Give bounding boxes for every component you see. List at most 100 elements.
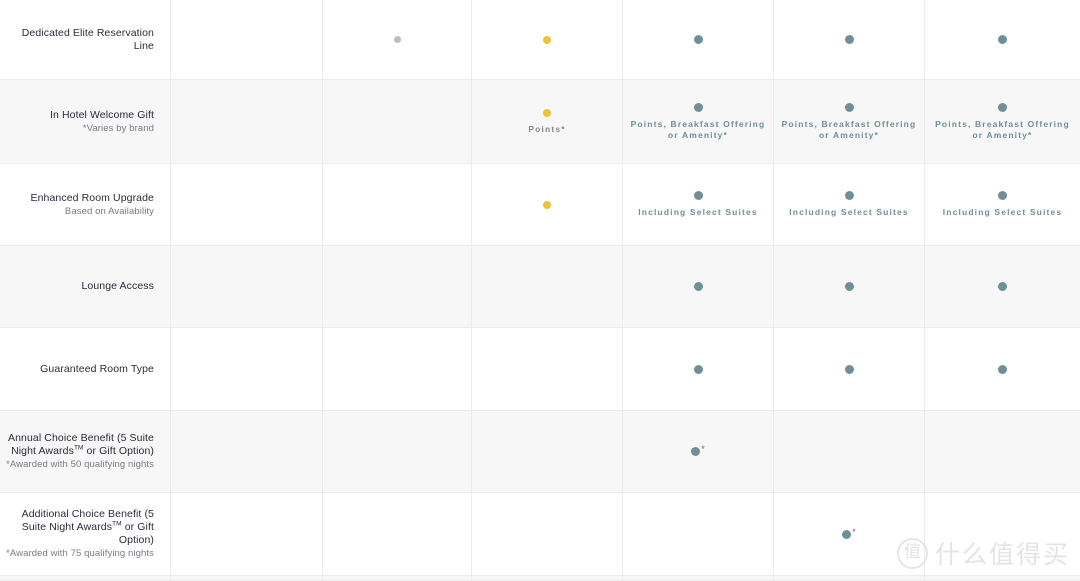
benefit-cell xyxy=(472,246,623,327)
row-label-cell xyxy=(0,576,171,581)
benefit-cell xyxy=(171,80,323,163)
teal-dot-icon xyxy=(693,282,703,291)
benefit-marker xyxy=(693,102,703,112)
grey-dot-icon xyxy=(393,36,401,43)
benefit-cell xyxy=(623,246,774,327)
row-label-cell: Annual Choice Benefit (5 Suite Night Awa… xyxy=(0,411,171,492)
teal-dot-icon xyxy=(691,447,701,456)
teal-dot-icon xyxy=(842,529,852,539)
benefit-cell: Points, Breakfast Offering or Amenity* xyxy=(774,80,925,163)
teal-dot-icon xyxy=(998,35,1007,44)
benefit-marker xyxy=(998,102,1007,112)
table-row: Enhanced Room Upgrade Based on Availabili… xyxy=(0,164,1080,246)
table-row xyxy=(0,576,1080,581)
teal-dot-icon xyxy=(693,364,703,374)
benefit-cell xyxy=(774,411,925,492)
row-label: In Hotel Welcome Gift xyxy=(49,108,154,121)
row-label-cell: Additional Choice Benefit (5 Suite Night… xyxy=(0,493,171,575)
benefit-marker xyxy=(543,35,551,44)
benefit-cell: Including Select Suites xyxy=(925,164,1080,245)
benefit-cell xyxy=(171,328,323,410)
benefit-cell xyxy=(323,576,472,581)
benefit-cell xyxy=(623,576,774,581)
benefit-cell xyxy=(472,328,623,410)
benefit-cell xyxy=(323,328,472,410)
benefit-cell: * xyxy=(774,493,925,575)
benefit-cell xyxy=(925,0,1080,79)
benefit-cell xyxy=(925,493,1080,575)
table-row: In Hotel Welcome Gift *Varies by brand Poi… xyxy=(0,80,1080,164)
benefit-marker xyxy=(693,35,703,44)
benefit-cell: Points* xyxy=(472,80,623,163)
benefit-cell xyxy=(925,246,1080,327)
benefit-cell xyxy=(323,411,472,492)
benefit-marker xyxy=(844,35,854,44)
benefit-caption: Points, Breakfast Offering or Amenity* xyxy=(935,118,1070,140)
benefit-cell xyxy=(171,576,323,581)
benefit-marker xyxy=(693,364,703,374)
benefit-cell xyxy=(774,0,925,79)
benefit-caption: Including Select Suites xyxy=(638,207,758,217)
teal-dot-icon xyxy=(844,282,854,291)
benefit-cell xyxy=(925,411,1080,492)
benefit-caption: Including Select Suites xyxy=(789,207,909,217)
benefits-comparison-table: Dedicated Elite Reservation Line In Hotel… xyxy=(0,0,1080,581)
gold-dot-icon xyxy=(543,200,551,209)
teal-dot-icon xyxy=(693,102,703,112)
teal-dot-icon xyxy=(844,35,854,44)
benefit-cell xyxy=(171,0,323,79)
benefit-cell xyxy=(171,493,323,575)
gold-dot-icon xyxy=(543,35,551,44)
row-sublabel: Based on Availability xyxy=(64,205,154,217)
teal-dot-icon xyxy=(844,364,854,374)
benefit-cell xyxy=(925,576,1080,581)
benefit-cell xyxy=(323,164,472,245)
benefit-marker xyxy=(543,108,551,117)
benefit-cell: Points, Breakfast Offering or Amenity* xyxy=(623,80,774,163)
benefit-cell xyxy=(623,493,774,575)
benefit-marker xyxy=(844,191,854,200)
row-sublabel: *Awarded with 75 qualifying nights xyxy=(6,548,154,559)
row-label-cell: Enhanced Room Upgrade Based on Availabili… xyxy=(0,164,171,245)
benefit-cell: Points, Breakfast Offering or Amenity* xyxy=(925,80,1080,163)
table-row: Annual Choice Benefit (5 Suite Night Awa… xyxy=(0,411,1080,493)
benefit-caption: Points, Breakfast Offering or Amenity* xyxy=(630,118,766,140)
benefit-marker xyxy=(998,191,1007,200)
gold-dot-icon xyxy=(543,108,551,117)
teal-dot-icon xyxy=(998,364,1007,374)
teal-dot-icon xyxy=(844,191,854,200)
benefit-cell xyxy=(774,576,925,581)
row-label: Lounge Access xyxy=(81,280,154,292)
benefit-marker xyxy=(998,364,1007,374)
table-row: Additional Choice Benefit (5 Suite Night… xyxy=(0,493,1080,576)
teal-dot-icon xyxy=(998,282,1007,291)
benefit-marker xyxy=(693,282,703,291)
benefit-marker xyxy=(543,200,551,209)
teal-dot-icon xyxy=(998,191,1007,200)
benefit-cell xyxy=(472,164,623,245)
row-label-cell: Lounge Access xyxy=(0,246,171,327)
benefit-cell xyxy=(472,411,623,492)
row-label: Annual Choice Benefit (5 Suite Night Awa… xyxy=(7,432,154,457)
footnote-asterisk: * xyxy=(852,526,856,537)
row-label-cell: Dedicated Elite Reservation Line xyxy=(0,0,171,79)
teal-dot-icon xyxy=(998,102,1007,112)
row-label-cell: In Hotel Welcome Gift *Varies by brand xyxy=(0,80,171,163)
table-row: Guaranteed Room Type xyxy=(0,328,1080,411)
benefit-marker xyxy=(844,282,854,291)
benefit-marker xyxy=(844,364,854,374)
benefit-cell xyxy=(171,411,323,492)
benefit-caption: Points, Breakfast Offering or Amenity* xyxy=(781,118,917,140)
benefit-cell xyxy=(323,246,472,327)
benefit-cell xyxy=(323,493,472,575)
benefit-cell xyxy=(472,493,623,575)
row-label: Additional Choice Benefit (5 Suite Night… xyxy=(21,508,154,546)
benefit-cell xyxy=(171,164,323,245)
row-sublabel: *Varies by brand xyxy=(82,122,154,134)
teal-dot-icon xyxy=(693,191,703,200)
teal-dot-icon xyxy=(844,102,854,112)
benefit-marker xyxy=(393,36,401,43)
benefit-cell: * xyxy=(623,411,774,492)
row-label-cell: Guaranteed Room Type xyxy=(0,328,171,410)
row-sublabel: *Awarded with 50 qualifying nights xyxy=(6,459,154,470)
